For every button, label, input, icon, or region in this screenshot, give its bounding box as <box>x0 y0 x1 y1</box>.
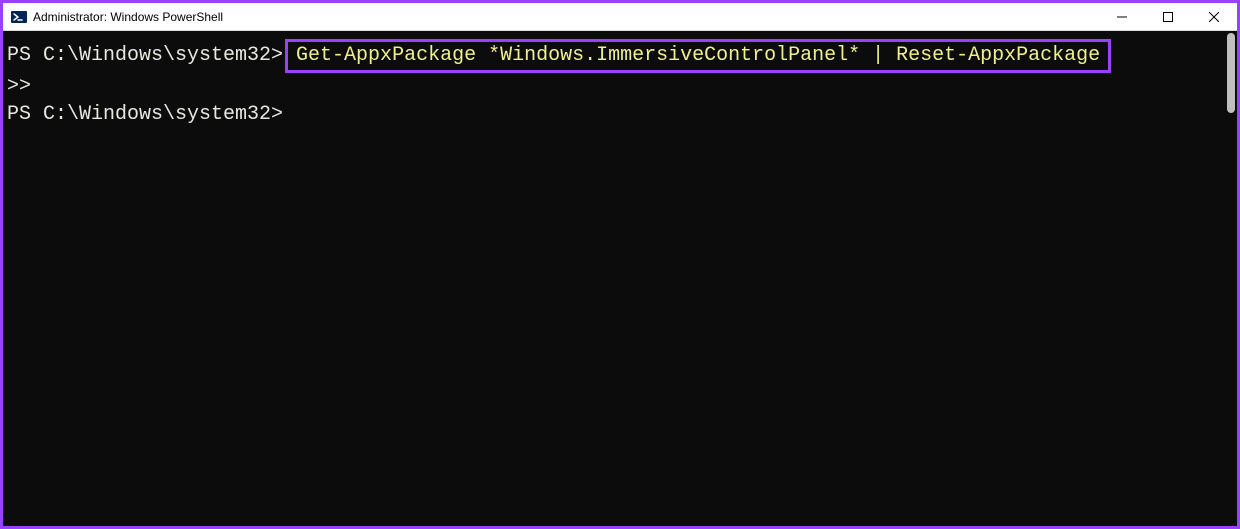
window-title: Administrator: Windows PowerShell <box>33 10 1099 24</box>
prompt: PS C:\Windows\system32> <box>7 44 283 67</box>
close-button[interactable] <box>1191 3 1237 30</box>
powershell-window: Administrator: Windows PowerShell PS C:\… <box>0 0 1240 529</box>
console-line: PS C:\Windows\system32> <box>7 101 1237 129</box>
console-line: PS C:\Windows\system32> Get-AppxPackage *… <box>7 39 1237 73</box>
minimize-button[interactable] <box>1099 3 1145 30</box>
scrollbar[interactable] <box>1225 31 1237 526</box>
titlebar[interactable]: Administrator: Windows PowerShell <box>3 3 1237 31</box>
continuation-line: >> <box>7 73 1237 101</box>
maximize-button[interactable] <box>1145 3 1191 30</box>
command-text: Get-AppxPackage *Windows.ImmersiveContro… <box>296 44 1100 67</box>
window-controls <box>1099 3 1237 30</box>
console-area[interactable]: PS C:\Windows\system32> Get-AppxPackage *… <box>3 31 1237 526</box>
powershell-icon <box>11 9 27 25</box>
scrollbar-thumb[interactable] <box>1227 33 1235 113</box>
highlighted-command: Get-AppxPackage *Windows.ImmersiveContro… <box>285 39 1111 73</box>
